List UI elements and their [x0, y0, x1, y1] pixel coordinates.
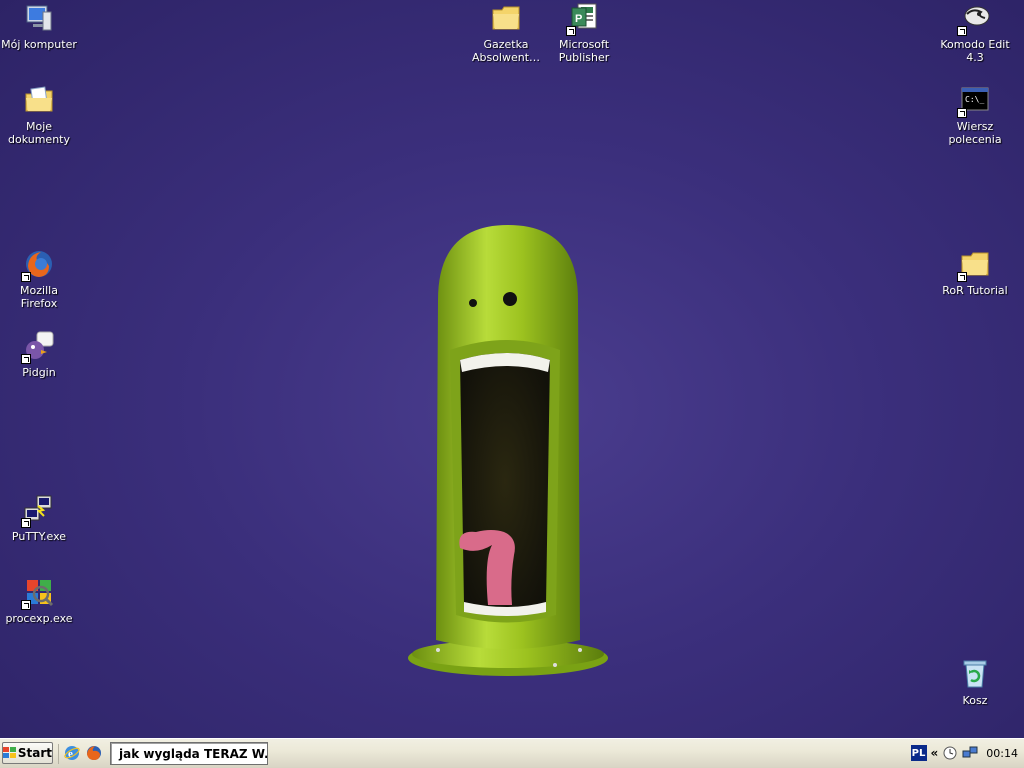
recycle-bin-icon [959, 658, 991, 690]
desktop-icon-label: Microsoft Publisher [558, 38, 610, 64]
folder-icon [957, 248, 991, 282]
tray-expand-button[interactable]: « [931, 746, 939, 760]
firefox-icon[interactable] [85, 744, 103, 762]
desktop-icon-label: Pidgin [22, 366, 56, 379]
desktop-icon-procexp[interactable]: procexp.exe [1, 576, 77, 625]
procexp-icon [21, 576, 55, 610]
desktop-icon-label: Wiersz polecenia [948, 120, 1002, 146]
shortcut-arrow-icon [957, 26, 967, 36]
taskbar: Start e jak wygląda TERAZ W... PL « 00:1… [0, 738, 1024, 768]
komodo-icon [957, 2, 991, 36]
shortcut-arrow-icon [957, 108, 967, 118]
taskbar-window-button[interactable]: jak wygląda TERAZ W... [110, 742, 268, 765]
desktop-icon-label: Mój komputer [1, 38, 77, 51]
language-indicator[interactable]: PL [910, 745, 927, 761]
desktop-icon-putty[interactable]: PuTTY.exe [1, 494, 77, 543]
desktop-icon-label: RoR Tutorial [942, 284, 1008, 297]
publisher-icon: P [566, 2, 600, 36]
pidgin-icon [21, 330, 55, 364]
shortcut-arrow-icon [21, 272, 31, 282]
shortcut-arrow-icon [21, 600, 31, 610]
desktop-icon-pidgin[interactable]: Pidgin [1, 330, 77, 379]
wallpaper-creature [408, 225, 608, 676]
desktop-icon-firefox[interactable]: Mozilla Firefox [1, 248, 77, 310]
quick-launch-bar: e [58, 744, 103, 764]
desktop-icon-my-computer[interactable]: Mój komputer [1, 2, 77, 51]
system-tray: PL « 00:14 [904, 741, 1024, 765]
desktop-icon-recycle-bin[interactable]: Kosz [937, 658, 1013, 707]
desktop-icon-label: PuTTY.exe [11, 530, 67, 543]
desktop-icon-label: Kosz [962, 694, 988, 707]
folder-icon [490, 2, 522, 34]
svg-text:C:\_: C:\_ [965, 95, 984, 104]
desktop-icon-label: Moje dokumenty [8, 120, 70, 146]
putty-icon [21, 494, 55, 528]
desktop-icon-cmd[interactable]: C:\_ Wiersz polecenia [937, 84, 1013, 146]
svg-text:P: P [575, 13, 582, 25]
firefox-icon [21, 248, 55, 282]
desktop-icon-label: Mozilla Firefox [20, 284, 58, 310]
cmd-icon: C:\_ [957, 84, 991, 118]
desktop: Mój komputer Moje dokumenty Mozilla Fire… [0, 0, 1024, 738]
taskbar-window-title: jak wygląda TERAZ W... [119, 746, 268, 761]
shortcut-arrow-icon [21, 354, 31, 364]
shortcut-arrow-icon [566, 26, 576, 36]
desktop-icon-gazetka[interactable]: Gazetka Absolwent… [468, 2, 544, 64]
documents-folder-icon [23, 84, 55, 116]
desktop-icon-label: procexp.exe [5, 612, 73, 625]
shortcut-arrow-icon [21, 518, 31, 528]
desktop-icon-label: Komodo Edit 4.3 [940, 38, 1010, 64]
desktop-icon-komodo[interactable]: Komodo Edit 4.3 [937, 2, 1013, 64]
desktop-icon-my-documents[interactable]: Moje dokumenty [1, 84, 77, 146]
clock-tray-icon[interactable] [942, 745, 958, 761]
network-icon[interactable] [962, 745, 978, 761]
desktop-icon-publisher[interactable]: P Microsoft Publisher [546, 2, 622, 64]
windows-logo-icon [3, 747, 16, 759]
internet-explorer-icon[interactable]: e [63, 744, 81, 762]
clock[interactable]: 00:14 [986, 747, 1018, 760]
start-label: Start [17, 746, 52, 760]
desktop-icon-ror[interactable]: RoR Tutorial [937, 248, 1013, 297]
start-button[interactable]: Start [2, 742, 53, 764]
computer-icon [23, 2, 55, 34]
desktop-icon-label: Gazetka Absolwent… [471, 38, 541, 64]
shortcut-arrow-icon [957, 272, 967, 282]
